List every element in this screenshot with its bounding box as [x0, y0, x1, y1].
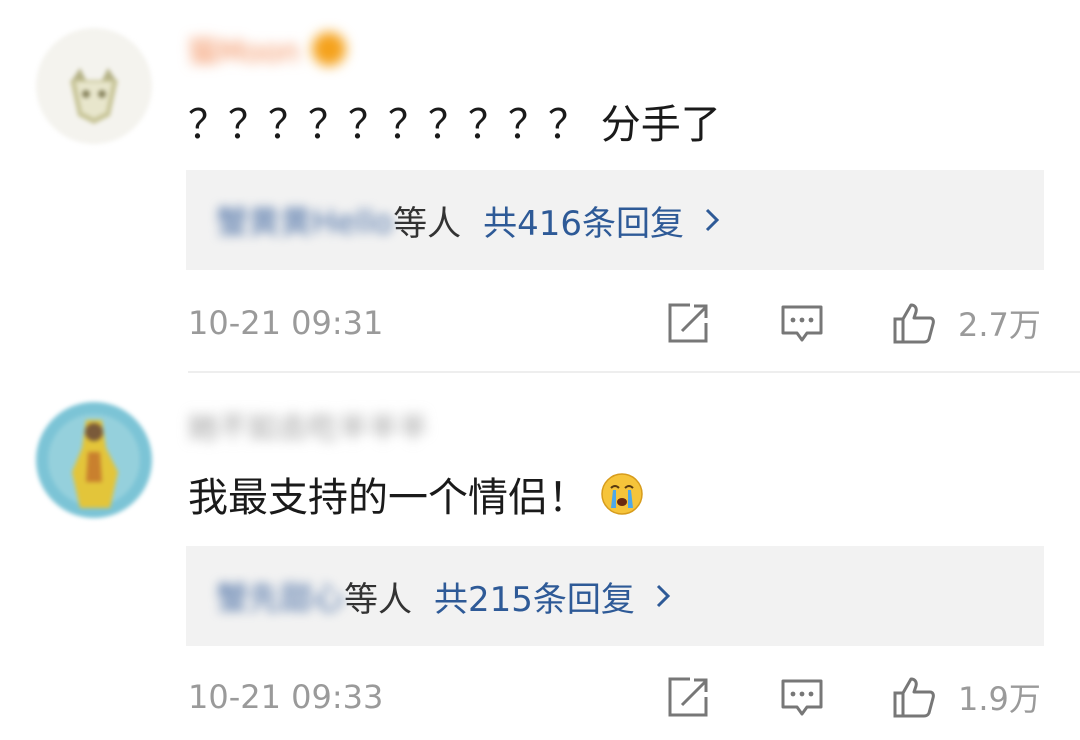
- username-text: 她不如去吃半半半: [188, 411, 428, 446]
- reply-count-link[interactable]: 共215条回复: [434, 572, 635, 621]
- reply-suffix: 等人: [344, 579, 413, 620]
- like-icon[interactable]: [892, 675, 936, 719]
- comment-text-content: 我最支持的一个情侣！: [188, 475, 588, 521]
- comment-icon[interactable]: [780, 675, 824, 719]
- repost-icon[interactable]: [666, 675, 710, 719]
- comment-meta: 10-21 09:33 1.9万: [0, 672, 1080, 722]
- chevron-right-icon: [656, 584, 671, 608]
- reply-preview[interactable]: 蟹先甜心 等人 共215条回复: [186, 546, 1044, 646]
- comment-text: 我最支持的一个情侣！: [188, 466, 644, 522]
- comment-item: 她不如去吃半半半 我最支持的一个情侣！ 蟹先甜心 等人 共215条回复 10-2…: [0, 0, 1080, 740]
- crying-face-icon: [601, 473, 643, 515]
- reply-user-names: 蟹先甜心: [216, 579, 345, 617]
- username[interactable]: 她不如去吃半半半: [188, 406, 428, 446]
- like-count: 1.9万: [958, 680, 1041, 718]
- timestamp: 10-21 09:33: [188, 678, 384, 716]
- avatar[interactable]: [36, 402, 152, 518]
